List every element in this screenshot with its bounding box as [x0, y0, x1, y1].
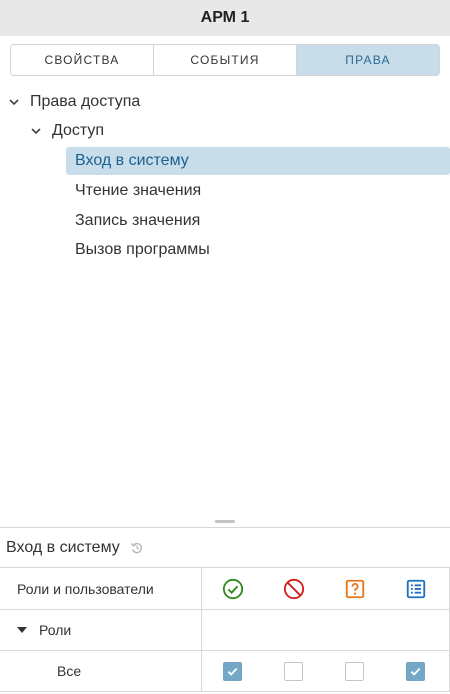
- allow-checkbox-cell: [202, 651, 263, 691]
- role-label: Все: [0, 651, 202, 691]
- permissions-header: Вход в систему: [0, 528, 450, 568]
- tab-bar: СВОЙСТВА СОБЫТИЯ ПРАВА: [10, 44, 440, 76]
- tree-item-label: Чтение значения: [75, 182, 202, 199]
- tree-item-read-value[interactable]: Чтение значения: [75, 177, 201, 205]
- chevron-down-icon[interactable]: [28, 123, 44, 139]
- chevron-down-icon[interactable]: [6, 94, 22, 110]
- allow-icon[interactable]: [202, 568, 263, 609]
- window-title: АРМ 1: [200, 9, 250, 26]
- tree-node-label: Доступ: [52, 122, 105, 139]
- tree-node-access-rights[interactable]: Права доступа: [6, 88, 140, 116]
- tree-item-label: Вызов программы: [75, 241, 210, 258]
- question-checkbox-cell: [324, 651, 385, 691]
- permissions-title: Вход в систему: [6, 538, 120, 556]
- grid-header-label: Роли и пользователи: [0, 568, 202, 609]
- question-icon[interactable]: [324, 568, 385, 609]
- tab-properties[interactable]: СВОЙСТВА: [11, 45, 154, 75]
- grid-header-row: Роли и пользователи: [0, 568, 450, 610]
- grid-group-row[interactable]: Роли: [0, 610, 450, 651]
- tree-item-write-value[interactable]: Запись значения: [75, 207, 200, 235]
- deny-icon[interactable]: [263, 568, 324, 609]
- question-checkbox[interactable]: [345, 661, 364, 681]
- panel-splitter-handle[interactable]: [215, 520, 235, 523]
- list-icon[interactable]: [385, 568, 446, 609]
- deny-checkbox[interactable]: [284, 661, 303, 681]
- tree-node-label: Права доступа: [30, 93, 141, 110]
- tree-item-call-program[interactable]: Вызов программы: [75, 236, 210, 264]
- list-checkbox[interactable]: [406, 661, 425, 681]
- caret-down-icon[interactable]: [17, 627, 27, 633]
- tree-item-login[interactable]: Вход в систему: [66, 147, 450, 175]
- window-title-bar: АРМ 1: [0, 0, 450, 36]
- tree-item-label: Запись значения: [75, 212, 201, 229]
- group-cell: Роли: [0, 610, 202, 650]
- tree-item-label: Вход в систему: [75, 152, 189, 169]
- list-checkbox-cell: [385, 651, 446, 691]
- reset-icon[interactable]: [130, 541, 144, 555]
- tab-rights[interactable]: ПРАВА: [297, 45, 439, 75]
- deny-checkbox-cell: [263, 651, 324, 691]
- tree-node-access[interactable]: Доступ: [28, 117, 104, 145]
- table-row: Все: [0, 651, 450, 692]
- group-label: Роли: [39, 622, 72, 638]
- permissions-panel: Вход в систему Роли и пользователи Роли …: [0, 527, 450, 694]
- allow-checkbox[interactable]: [223, 661, 242, 681]
- tab-events[interactable]: СОБЫТИЯ: [154, 45, 297, 75]
